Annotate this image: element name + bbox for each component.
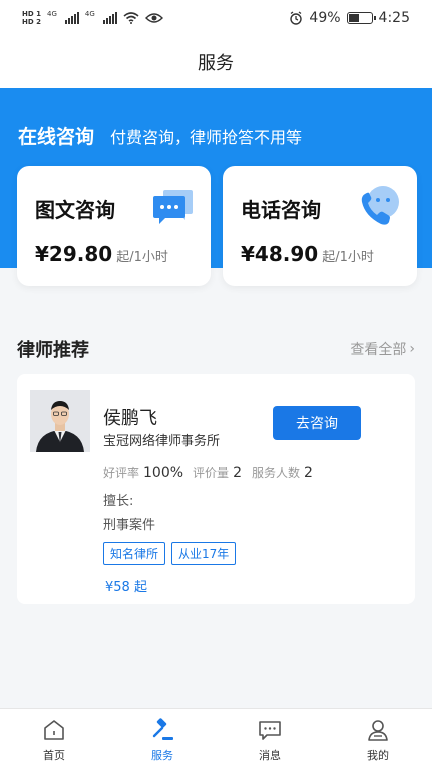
phone-consult-card[interactable]: 电话咨询 ¥48.90 起/1小时 <box>223 166 417 286</box>
profile-icon <box>368 720 388 741</box>
tab-profile[interactable]: 我的 <box>324 709 432 768</box>
starting-price: ¥58 起 <box>105 580 147 595</box>
status-bar: HD 1 HD 2 4G 4G 49% 4:25 <box>0 0 432 36</box>
hd-indicators: HD 1 HD 2 <box>22 10 41 26</box>
phone-icon <box>361 186 399 225</box>
tab-home[interactable]: 首页 <box>0 709 108 768</box>
tag-badge: 从业17年 <box>171 542 237 565</box>
text-consult-card[interactable]: 图文咨询 ¥29.80 起/1小时 <box>17 166 211 286</box>
specialty-value: 刑事案件 <box>103 518 156 533</box>
specialty-label: 擅长: <box>103 494 134 509</box>
view-all-label: 查看全部 <box>350 342 407 358</box>
lawyer-tags: 知名律所 从业17年 <box>103 542 237 565</box>
wifi-icon <box>123 12 139 24</box>
hero-title: 在线咨询 <box>18 126 95 148</box>
clock: 4:25 <box>378 10 410 26</box>
message-icon <box>259 721 281 740</box>
tag-badge: 知名律所 <box>103 542 166 565</box>
go-consult-button[interactable]: 去咨询 <box>273 406 361 440</box>
person-photo-icon <box>30 390 90 452</box>
battery-percent: 49% <box>309 10 341 26</box>
consult-price-unit: 起/1小时 <box>322 250 374 265</box>
battery-icon <box>346 12 376 24</box>
page-title: 服务 <box>198 53 234 74</box>
consult-price: ¥48.90 <box>241 242 319 266</box>
bottom-tab-bar: 首页 服务 消息 我的 <box>0 708 432 768</box>
consult-title: 图文咨询 <box>35 198 115 222</box>
served-value: 2 <box>304 465 313 481</box>
alarm-icon <box>290 11 303 25</box>
signal-icon <box>102 12 117 24</box>
rating-label: 好评率 <box>103 466 140 480</box>
lawyer-name: 侯鹏飞 <box>103 408 157 429</box>
section-title: 律师推荐 <box>17 340 89 361</box>
lawyer-card[interactable]: 侯鹏飞 宝冠网络律师事务所 去咨询 好评率 100% 评价量 2 服务人数 2 … <box>17 374 415 604</box>
tab-label: 首页 <box>43 749 65 762</box>
signal-icon <box>64 12 79 24</box>
tab-service[interactable]: 服务 <box>108 709 216 768</box>
price-row: ¥48.90 起/1小时 <box>241 242 374 266</box>
consult-title: 电话咨询 <box>241 198 321 222</box>
hero-header: 在线咨询 付费咨询，律师抢答不用等 <box>18 122 302 149</box>
gavel-icon <box>152 718 173 740</box>
network-type-1: 4G <box>46 10 57 18</box>
rating-value: 100% <box>143 465 184 481</box>
status-left: HD 1 HD 2 4G 4G <box>22 10 163 26</box>
hd2-label: HD 2 <box>22 18 41 26</box>
hero-subtitle: 付费咨询，律师抢答不用等 <box>110 128 303 147</box>
law-firm: 宝冠网络律师事务所 <box>103 434 221 449</box>
reviews-value: 2 <box>233 465 242 481</box>
lawyer-stats: 好评率 100% 评价量 2 服务人数 2 <box>103 464 319 481</box>
eye-icon <box>144 13 163 23</box>
network-type-2: 4G <box>84 10 95 18</box>
lawyer-avatar <box>30 390 90 452</box>
view-all-link[interactable]: 查看全部 › <box>350 339 415 359</box>
consult-price: ¥29.80 <box>35 242 113 266</box>
chevron-right-icon: › <box>409 341 415 357</box>
tab-label: 我的 <box>367 749 389 762</box>
lawyers-section-header: 律师推荐 查看全部 › <box>17 336 415 362</box>
nav-bar: 服务 <box>0 36 432 88</box>
reviews-label: 评价量 <box>193 466 230 480</box>
tab-label: 消息 <box>259 749 281 762</box>
chat-bubble-icon <box>153 190 193 224</box>
tab-label: 服务 <box>151 749 173 762</box>
consult-price-unit: 起/1小时 <box>116 250 168 265</box>
hd1-label: HD 1 <box>22 10 41 18</box>
status-right: 49% 4:25 <box>289 10 410 26</box>
home-icon <box>44 720 64 740</box>
served-label: 服务人数 <box>251 466 300 480</box>
price-row: ¥29.80 起/1小时 <box>35 242 168 266</box>
tab-messages[interactable]: 消息 <box>216 709 324 768</box>
